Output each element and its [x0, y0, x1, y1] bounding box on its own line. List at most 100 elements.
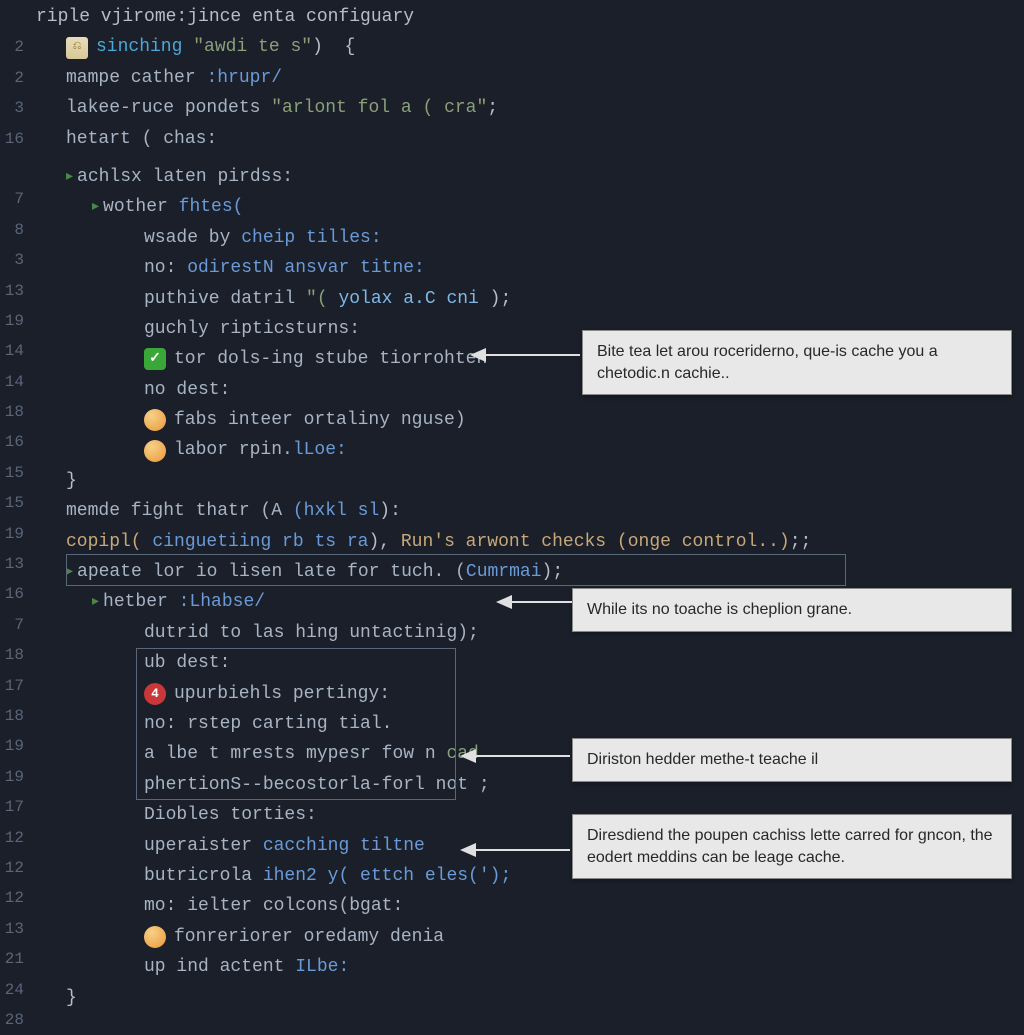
- prop: rstep carting tial.: [187, 709, 392, 739]
- annotation-callout: Bite tea let arou roceriderno, que-is ca…: [582, 330, 1012, 395]
- type: odirestN ansvar titne:: [187, 253, 425, 283]
- prop: no dest:: [144, 375, 230, 405]
- prop: no:: [144, 253, 187, 283]
- fold-arrow-icon[interactable]: ▸: [66, 557, 73, 587]
- code-line[interactable]: puthive datril "( yolax a.C cni );: [36, 284, 1024, 314]
- prop: ielter colcons(bgat:: [187, 891, 403, 921]
- code-line[interactable]: ⎌ sinching "awdi te s" ) {: [36, 32, 1024, 62]
- line-number: 14: [0, 336, 24, 366]
- code-line[interactable]: }: [36, 466, 1024, 496]
- prop: mampe cather: [66, 63, 206, 93]
- prop: phertionS--becostorla-forl: [144, 770, 436, 800]
- error-icon: 4: [144, 683, 166, 705]
- type: :hrupr/: [206, 63, 282, 93]
- code-line[interactable]: wsade by cheip tilles:: [36, 223, 1024, 253]
- code-line[interactable]: fabs inteer ortaliny nguse): [36, 405, 1024, 435]
- line-number: 16: [0, 124, 24, 154]
- punct: ;;: [790, 527, 812, 557]
- line-number: 17: [0, 792, 24, 822]
- punct: );: [479, 284, 511, 314]
- type: Cumrmai: [466, 557, 542, 587]
- annotation-callout: While its no toache is cheplion grane.: [572, 588, 1012, 632]
- code-line[interactable]: mo: ielter colcons(bgat:: [36, 891, 1024, 921]
- prop: wsade by: [144, 223, 241, 253]
- fold-arrow-icon[interactable]: ▸: [66, 162, 73, 192]
- line-number-gutter: 2231678313191414181615151913167181718191…: [0, 0, 32, 1024]
- code-line[interactable]: 4 upurbiehls pertingy:: [36, 679, 1024, 709]
- line-number: 15: [0, 458, 24, 488]
- fold-arrow-icon[interactable]: ▸: [92, 587, 99, 617]
- type: cheip tilles:: [241, 223, 381, 253]
- code-line[interactable]: ▸ wother fhtes(: [36, 192, 1024, 222]
- code-line[interactable]: lakee-ruce pondets "arlont fol a ( cra" …: [36, 93, 1024, 123]
- prop: dutrid to las hing untactinig);: [144, 618, 479, 648]
- prop: memde fight thatr (A: [66, 496, 293, 526]
- code-line[interactable]: no: rstep carting tial.: [36, 709, 1024, 739]
- file-icon: ⎌: [66, 37, 88, 59]
- string: cad: [446, 739, 478, 769]
- line-number: 18: [0, 640, 24, 670]
- callout-text: While its no toache is cheplion grane.: [587, 601, 852, 618]
- param: yolax a.C cni: [338, 284, 478, 314]
- prop: Diobles torties:: [144, 800, 317, 830]
- func: Run's arwont checks (onge control..): [401, 527, 790, 557]
- code-line[interactable]: hetart ( chas:: [36, 124, 1024, 154]
- punct: }: [66, 983, 77, 1013]
- type: cacching tiltne: [263, 831, 425, 861]
- code-line[interactable]: labor rpin. lLoe:: [36, 435, 1024, 465]
- line-number: 13: [0, 914, 24, 944]
- prop: a lbe t mrests mypesr fow n: [144, 739, 446, 769]
- prop: not ;: [436, 770, 490, 800]
- code-line[interactable]: }: [36, 983, 1024, 1013]
- prop: labor rpin.: [174, 435, 293, 465]
- type: ihen2 y( ettch eles(');: [263, 861, 511, 891]
- annotation-callout: Diresdiend the poupen cachiss lette carr…: [572, 814, 1012, 879]
- line-number: 21: [0, 944, 24, 974]
- code-line[interactable]: mampe cather :hrupr/: [36, 63, 1024, 93]
- prop: hetart ( chas:: [66, 124, 217, 154]
- code-line[interactable]: copipl( cinguetiing rb ts ra ), Run's ar…: [36, 527, 1024, 557]
- prop: fonreriorer oredamy denia: [174, 922, 444, 952]
- line-number: 19: [0, 731, 24, 761]
- line-number: 3: [0, 93, 24, 123]
- code-line[interactable]: ▸ achlsx laten pirdss:: [36, 162, 1024, 192]
- callout-text: Bite tea let arou roceriderno, que-is ca…: [597, 343, 938, 382]
- prop: wother: [103, 192, 179, 222]
- line-number: 18: [0, 701, 24, 731]
- line-number: 15: [0, 488, 24, 518]
- code-line[interactable]: ub dest:: [36, 648, 1024, 678]
- code-line[interactable]: fonreriorer oredamy denia: [36, 922, 1024, 952]
- code-line[interactable]: [36, 154, 1024, 162]
- code-line[interactable]: ▸ apeate lor io lisen late for tuch. ( C…: [36, 557, 1024, 587]
- fold-arrow-icon[interactable]: ▸: [92, 192, 99, 222]
- prop: lakee-ruce pondets: [66, 93, 271, 123]
- code-line[interactable]: riple vjirome:jince enta configuary: [36, 2, 1024, 32]
- code-line[interactable]: memde fight thatr (A (hxkl sl ):: [36, 496, 1024, 526]
- warning-icon: [144, 926, 166, 948]
- punct: ),: [368, 527, 400, 557]
- line-number: 2: [0, 63, 24, 93]
- punct: );: [542, 557, 564, 587]
- line-number: 8: [0, 215, 24, 245]
- type: :Lhabse/: [179, 587, 265, 617]
- prop: no:: [144, 709, 187, 739]
- header-text: riple vjirome:jince enta configuary: [36, 2, 414, 32]
- type: lLoe:: [293, 435, 347, 465]
- line-number: 14: [0, 367, 24, 397]
- prop: puthive datril: [144, 284, 306, 314]
- prop: mo:: [144, 891, 187, 921]
- type: (hxkl sl: [293, 496, 379, 526]
- code-line[interactable]: up ind actent ILbe:: [36, 952, 1024, 982]
- prop: butricrola: [144, 861, 263, 891]
- line-number: 16: [0, 579, 24, 609]
- prop: hetber: [103, 587, 179, 617]
- code-line[interactable]: no: odirestN ansvar titne:: [36, 253, 1024, 283]
- keyword: sinching: [96, 32, 182, 62]
- type: fhtes(: [179, 192, 244, 222]
- prop: tor dols-ing stube tiorrohten: [174, 344, 487, 374]
- prop: guchly ripticsturns:: [144, 314, 360, 344]
- prop: fabs inteer ortaliny nguse): [174, 405, 466, 435]
- string: "(: [306, 284, 338, 314]
- func: copipl(: [66, 527, 152, 557]
- line-number: 12: [0, 883, 24, 913]
